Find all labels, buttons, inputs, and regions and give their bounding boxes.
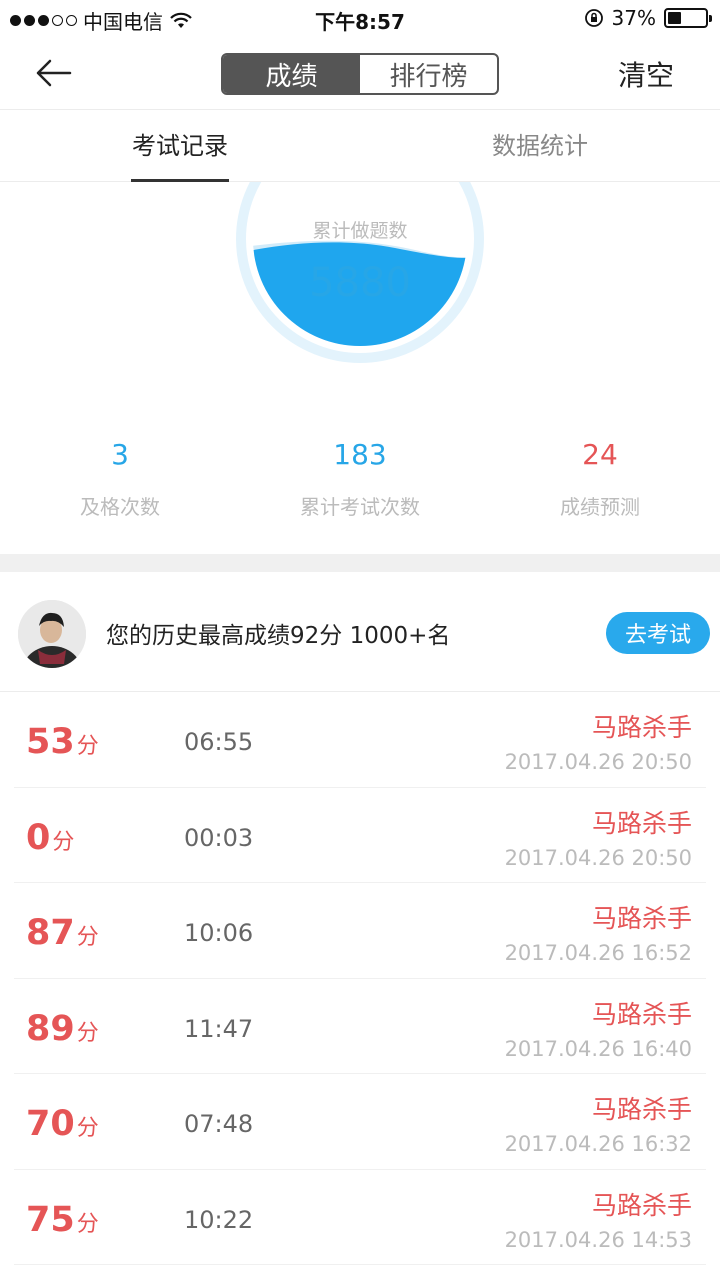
avatar[interactable] bbox=[18, 600, 86, 668]
stat-label: 及格次数 bbox=[79, 495, 160, 519]
stat-pass-count: 3 及格次数 bbox=[0, 438, 240, 520]
record-level: 马路杀手 bbox=[591, 713, 692, 742]
status-right: 37% bbox=[584, 6, 712, 30]
record-score: 70分 bbox=[26, 1104, 99, 1144]
record-date: 2017.04.26 16:52 bbox=[504, 941, 692, 965]
stat-row: 3 及格次数 183 累计考试次数 24 成绩预测 bbox=[0, 438, 720, 520]
record-level: 马路杀手 bbox=[591, 904, 692, 933]
best-score-text: 您的历史最高成绩92分 1000+名 bbox=[106, 623, 451, 649]
total-questions-value: 5880 bbox=[309, 260, 411, 306]
record-duration: 07:48 bbox=[184, 1110, 254, 1138]
score-value: 89 bbox=[26, 1008, 75, 1049]
record-date: 2017.04.26 16:32 bbox=[504, 1132, 692, 1156]
status-bar: 中国电信 下午8:57 37% bbox=[0, 0, 720, 36]
segment-scores[interactable]: 成绩 bbox=[223, 55, 360, 93]
exam-record-row[interactable]: 75分 10:22 马路杀手 2017.04.26 14:53 bbox=[14, 1170, 706, 1265]
go-exam-button[interactable]: 去考试 bbox=[606, 612, 710, 654]
record-score: 53分 bbox=[26, 722, 99, 762]
battery-icon bbox=[664, 8, 712, 28]
avatar-image bbox=[18, 600, 86, 668]
sub-tabs: 考试记录 数据统计 bbox=[0, 110, 720, 182]
exam-record-row[interactable]: 70分 07:48 马路杀手 2017.04.26 16:32 bbox=[14, 1074, 706, 1170]
stats-section: 累计做题数 5880 3 及格次数 183 累计考试次数 24 成绩预测 bbox=[0, 182, 720, 554]
score-unit: 分 bbox=[76, 734, 99, 759]
record-score: 75分 bbox=[26, 1200, 99, 1240]
stat-value: 24 bbox=[582, 438, 618, 471]
progress-circle: 累计做题数 5880 bbox=[235, 182, 485, 364]
record-score: 89分 bbox=[26, 1009, 99, 1049]
stat-exam-count: 183 累计考试次数 bbox=[240, 438, 480, 520]
stat-label: 累计考试次数 bbox=[299, 495, 420, 519]
record-score: 0分 bbox=[26, 818, 74, 858]
battery-fill bbox=[668, 12, 682, 24]
battery-percent: 37% bbox=[611, 6, 656, 30]
stat-value: 3 bbox=[111, 438, 129, 471]
score-unit: 分 bbox=[76, 1211, 99, 1237]
section-divider bbox=[0, 554, 720, 572]
stat-value: 183 bbox=[333, 438, 387, 471]
score-value: 87 bbox=[26, 913, 75, 953]
record-date: 2017.04.26 20:50 bbox=[504, 750, 692, 774]
stat-score-prediction: 24 成绩预测 bbox=[480, 438, 720, 520]
stat-label: 成绩预测 bbox=[559, 495, 640, 519]
record-duration: 00:03 bbox=[184, 823, 254, 852]
score-unit: 分 bbox=[76, 1020, 99, 1046]
segment-control: 成绩 排行榜 bbox=[221, 53, 499, 95]
back-arrow-icon bbox=[36, 59, 72, 87]
segment-ranking[interactable]: 排行榜 bbox=[360, 55, 497, 93]
exam-record-row[interactable]: 53分 06:55 马路杀手 2017.04.26 20:50 bbox=[14, 692, 706, 788]
nav-bar: 成绩 排行榜 清空 bbox=[0, 36, 720, 110]
score-unit: 分 bbox=[76, 925, 99, 950]
rotation-lock-icon bbox=[584, 9, 603, 27]
record-duration: 10:22 bbox=[184, 1205, 254, 1234]
record-date: 2017.04.26 14:53 bbox=[504, 1227, 692, 1252]
record-duration: 11:47 bbox=[184, 1014, 254, 1043]
record-duration: 10:06 bbox=[184, 919, 254, 947]
exam-record-row[interactable]: 89分 11:47 马路杀手 2017.04.26 16:40 bbox=[14, 979, 706, 1074]
total-questions-label: 累计做题数 bbox=[312, 220, 408, 242]
record-level: 马路杀手 bbox=[591, 1190, 692, 1220]
exam-record-row[interactable]: 0分 00:03 马路杀手 2017.04.26 20:50 bbox=[14, 788, 706, 883]
record-duration: 06:55 bbox=[184, 728, 254, 756]
score-value: 53 bbox=[26, 722, 75, 762]
record-date: 2017.04.26 20:50 bbox=[504, 845, 692, 870]
tab-data-statistics[interactable]: 数据统计 bbox=[360, 110, 720, 181]
best-score-row: 您的历史最高成绩92分 1000+名 去考试 bbox=[0, 572, 720, 692]
record-level: 马路杀手 bbox=[591, 808, 692, 838]
record-level: 马路杀手 bbox=[591, 1095, 692, 1124]
score-unit: 分 bbox=[52, 829, 75, 855]
record-level: 马路杀手 bbox=[591, 999, 692, 1029]
score-value: 70 bbox=[26, 1104, 75, 1144]
clear-button[interactable]: 清空 bbox=[618, 54, 674, 94]
tab-exam-records[interactable]: 考试记录 bbox=[0, 110, 360, 181]
exam-record-list: 53分 06:55 马路杀手 2017.04.26 20:50 0分 00:03… bbox=[0, 692, 720, 1265]
score-value: 0 bbox=[26, 817, 51, 858]
score-value: 75 bbox=[26, 1199, 75, 1240]
score-unit: 分 bbox=[76, 1116, 99, 1141]
exam-record-row[interactable]: 87分 10:06 马路杀手 2017.04.26 16:52 bbox=[14, 883, 706, 979]
record-score: 87分 bbox=[26, 913, 99, 953]
record-date: 2017.04.26 16:40 bbox=[504, 1036, 692, 1061]
back-button[interactable] bbox=[30, 56, 78, 90]
